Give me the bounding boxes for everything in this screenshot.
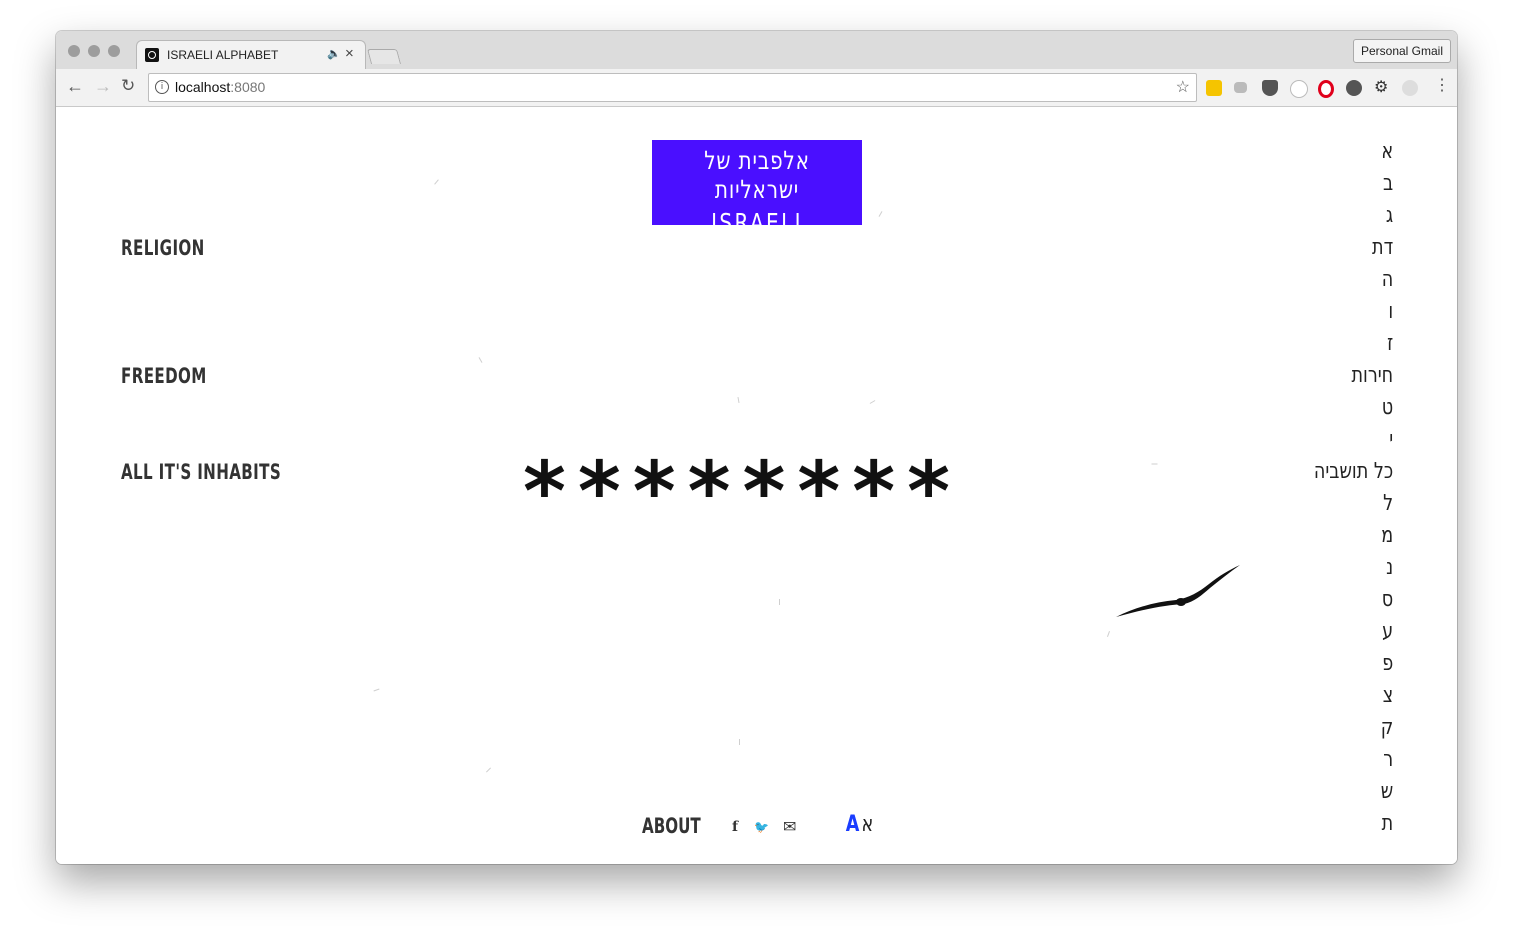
circle-extension-icon[interactable] xyxy=(1290,80,1308,98)
language-english-toggle[interactable]: A xyxy=(846,812,860,837)
letter-zayin[interactable]: ז xyxy=(1314,328,1393,360)
opera-icon[interactable] xyxy=(1318,80,1334,98)
hidden-word-asterisks: ******** xyxy=(523,445,963,540)
speck xyxy=(1151,463,1158,465)
letter-tsadi[interactable]: צ xyxy=(1314,680,1393,712)
page-content: אלפבית של ישראליות ISRAELI ALPHABET RELI… xyxy=(56,107,1457,864)
favicon-icon xyxy=(145,48,159,62)
menu-icon[interactable]: ⋮ xyxy=(1434,75,1450,94)
hebrew-alphabet-index: א ב ג דת ה ו ז חירות ט י כל תושביה ל מ נ… xyxy=(1294,136,1393,840)
letter-tav[interactable]: ת xyxy=(1314,808,1393,840)
letter-vav[interactable]: ו xyxy=(1314,296,1393,328)
minimize-window-button[interactable] xyxy=(88,45,100,57)
new-tab-button[interactable] xyxy=(366,49,402,64)
url-port: :8080 xyxy=(230,79,266,95)
info-icon[interactable]: i xyxy=(155,80,169,94)
letter-gimel[interactable]: ג xyxy=(1314,200,1393,232)
speck xyxy=(373,688,380,692)
yellow-extension-icon[interactable] xyxy=(1206,80,1222,96)
browser-toolbar: ← → ↻ i localhost:8080 ☆ ⚙ ⋮ xyxy=(56,69,1457,107)
letter-bet[interactable]: ב xyxy=(1314,168,1393,200)
letter-qof[interactable]: ק xyxy=(1314,712,1393,744)
reload-icon[interactable]: ↻ xyxy=(121,76,135,96)
tab-strip: ISRAELI ALPHABET 🔈 × Personal Gmail xyxy=(56,31,1457,70)
letter-pe[interactable]: פ xyxy=(1314,648,1393,680)
letter-resh[interactable]: ר xyxy=(1314,744,1393,776)
twitter-icon[interactable]: 🐦 xyxy=(754,820,769,834)
record-icon[interactable] xyxy=(1346,80,1362,96)
bookmark-star-icon[interactable]: ☆ xyxy=(1176,77,1190,97)
letter-lamed[interactable]: ל xyxy=(1314,488,1393,520)
nav-link-freedom[interactable]: FREEDOM xyxy=(121,364,207,388)
logo-hebrew-text: אלפבית של ישראליות xyxy=(704,146,810,204)
url-host: localhost xyxy=(175,79,231,95)
letter-dalet-word[interactable]: דת xyxy=(1314,232,1393,264)
tab-title: ISRAELI ALPHABET xyxy=(167,48,279,62)
browser-window: ISRAELI ALPHABET 🔈 × Personal Gmail ← → … xyxy=(56,31,1457,864)
forward-icon[interactable]: → xyxy=(94,76,112,97)
letter-yod[interactable]: י xyxy=(1314,424,1393,456)
speck xyxy=(779,599,780,605)
m-extension-icon[interactable] xyxy=(1402,80,1418,96)
zoom-window-button[interactable] xyxy=(108,45,120,57)
gear-icon[interactable]: ⚙ xyxy=(1374,77,1390,96)
speck xyxy=(1107,631,1110,637)
speck xyxy=(434,179,439,185)
about-link[interactable]: ABOUT xyxy=(642,814,701,838)
letter-shin[interactable]: ש xyxy=(1314,776,1393,808)
nav-link-all-its-inhabits[interactable]: ALL IT'S INHABITS xyxy=(121,460,281,484)
nav-link-religion[interactable]: RELIGION xyxy=(121,236,205,260)
camera-icon[interactable] xyxy=(1234,82,1247,93)
mail-icon[interactable]: ✉ xyxy=(783,817,796,837)
back-icon[interactable]: ← xyxy=(66,76,84,97)
logo-english-text: ISRAELI ALPHABET xyxy=(695,208,819,266)
letter-mem[interactable]: מ xyxy=(1314,520,1393,552)
url-text[interactable]: localhost:8080 xyxy=(175,79,265,95)
facebook-icon[interactable]: f xyxy=(732,819,738,835)
speck xyxy=(737,396,740,404)
letter-samekh[interactable]: ס xyxy=(1314,584,1393,616)
letter-he[interactable]: ה xyxy=(1314,264,1394,296)
speck xyxy=(869,400,876,404)
letter-het-word[interactable]: חירות xyxy=(1314,360,1393,392)
letter-alef[interactable]: א xyxy=(1314,136,1393,168)
speaker-icon[interactable]: 🔈 xyxy=(327,47,341,60)
pocket-icon[interactable] xyxy=(1262,80,1278,96)
letter-kaf-word[interactable]: כל תושביה xyxy=(1314,456,1393,488)
site-logo[interactable]: אלפבית של ישראליות ISRAELI ALPHABET xyxy=(652,140,862,266)
letter-ayin[interactable]: ע xyxy=(1314,616,1393,648)
address-bar[interactable]: i localhost:8080 ☆ xyxy=(148,73,1197,102)
language-hebrew-toggle[interactable]: א xyxy=(861,812,873,837)
close-tab-icon[interactable]: × xyxy=(345,45,354,62)
close-window-button[interactable] xyxy=(68,45,80,57)
flying-bird-image xyxy=(1116,565,1240,617)
letter-nun[interactable]: נ xyxy=(1314,552,1393,584)
browser-tab[interactable]: ISRAELI ALPHABET 🔈 × xyxy=(136,40,366,70)
profile-button[interactable]: Personal Gmail xyxy=(1352,39,1451,63)
speck xyxy=(878,211,883,217)
speck xyxy=(739,739,740,745)
speck xyxy=(478,357,483,363)
speck xyxy=(486,767,491,773)
letter-tet[interactable]: ט xyxy=(1314,392,1393,424)
